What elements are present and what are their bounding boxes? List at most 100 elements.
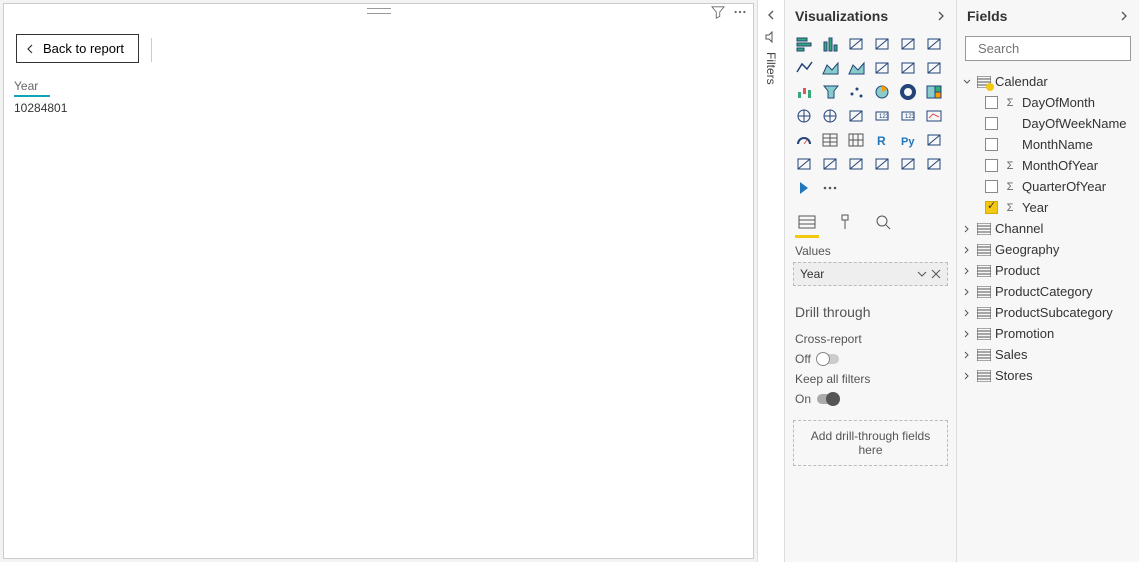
field-dayofmonth[interactable]: ΣDayOfMonth (961, 92, 1135, 113)
values-field-name: Year (800, 267, 824, 281)
chevron-left-icon[interactable] (764, 8, 778, 22)
checkbox[interactable] (985, 96, 998, 109)
viz-scatter-icon[interactable] (845, 82, 867, 102)
viz-line-icon[interactable] (793, 58, 815, 78)
drag-handle-icon[interactable] (367, 8, 391, 14)
viz-line-stacked-icon[interactable] (871, 58, 893, 78)
field-year[interactable]: ΣYear (961, 197, 1135, 218)
table-productcategory[interactable]: ProductCategory (961, 281, 1135, 302)
viz-ribbon-icon[interactable] (923, 58, 945, 78)
viz-qna-icon[interactable] (819, 154, 841, 174)
card-value: 10284801 (14, 101, 104, 115)
viz-custom1-icon[interactable] (897, 154, 919, 174)
viz-treemap-icon[interactable] (923, 82, 945, 102)
sigma-icon: Σ (1004, 97, 1016, 109)
viz-more-dots-icon[interactable] (819, 178, 841, 198)
viz-key-influencers-icon[interactable] (923, 130, 945, 150)
cross-report-label: Cross-report (785, 326, 956, 346)
viz-clustered-column-icon[interactable] (871, 34, 893, 54)
fields-tab[interactable] (795, 210, 819, 234)
svg-text:R: R (877, 134, 886, 148)
cross-report-toggle[interactable] (817, 354, 839, 364)
card-visual[interactable]: Year 10284801 (14, 79, 104, 115)
viz-gauge-icon[interactable] (793, 130, 815, 150)
values-field-well[interactable]: Year (793, 262, 948, 286)
field-quarterofyear[interactable]: ΣQuarterOfYear (961, 176, 1135, 197)
viz-multi-row-card-icon[interactable]: 123 (897, 106, 919, 126)
viz-clustered-bar-icon[interactable] (845, 34, 867, 54)
report-canvas[interactable]: Back to report Year 10284801 (3, 3, 754, 559)
drill-through-title: Drill through (785, 292, 956, 326)
checkbox[interactable] (985, 159, 998, 172)
viz-funnel-icon[interactable] (819, 82, 841, 102)
viz-stacked-column-icon[interactable] (819, 34, 841, 54)
viz-py-visual-icon[interactable]: Py (897, 130, 919, 150)
viz-table-icon[interactable] (819, 130, 841, 150)
viz-map-icon[interactable] (793, 106, 815, 126)
viz-card-icon[interactable]: 123 (871, 106, 893, 126)
viz-filled-map-icon[interactable] (819, 106, 841, 126)
svg-text:123: 123 (879, 114, 890, 120)
sigma-icon: Σ (1004, 181, 1016, 193)
fields-pane: Fields CalendarΣDayOfMonthDayOfWeekNameM… (957, 0, 1139, 562)
sigma-icon: Σ (1004, 160, 1016, 172)
card-underline (14, 95, 50, 97)
close-icon[interactable] (931, 269, 941, 279)
viz-stacked-area-icon[interactable] (845, 58, 867, 78)
viz-donut-icon[interactable] (897, 82, 919, 102)
table-promotion[interactable]: Promotion (961, 323, 1135, 344)
sigma-icon: Σ (1004, 202, 1016, 214)
viz-line-clustered-icon[interactable] (897, 58, 919, 78)
table-stores[interactable]: Stores (961, 365, 1135, 386)
more-options-icon[interactable] (733, 5, 747, 24)
table-geography[interactable]: Geography (961, 239, 1135, 260)
chevron-right-icon[interactable] (936, 11, 946, 21)
svg-text:123: 123 (905, 114, 916, 120)
viz-decomposition-icon[interactable] (793, 154, 815, 174)
checkbox[interactable] (985, 201, 998, 214)
keep-filters-toggle[interactable] (817, 394, 839, 404)
fields-title: Fields (967, 8, 1007, 24)
chevron-right-icon[interactable] (1119, 11, 1129, 21)
table-sales[interactable]: Sales (961, 344, 1135, 365)
table-productsubcategory[interactable]: ProductSubcategory (961, 302, 1135, 323)
viz-kpi-icon[interactable] (923, 106, 945, 126)
checkbox[interactable] (985, 138, 998, 151)
separator (151, 38, 152, 62)
viz-stacked-bar-icon[interactable] (793, 34, 815, 54)
field-dayofweekname[interactable]: DayOfWeekName (961, 113, 1135, 134)
visualizations-pane: Visualizations 123123RPy Values Year Dri… (785, 0, 957, 562)
field-monthofyear[interactable]: ΣMonthOfYear (961, 155, 1135, 176)
drill-through-drop-area[interactable]: Add drill-through fields here (793, 420, 948, 466)
viz-hundred-column-icon[interactable] (923, 34, 945, 54)
filter-icon[interactable] (711, 5, 725, 24)
viz-paginated-icon[interactable] (845, 154, 867, 174)
keep-filters-label: Keep all filters (785, 366, 956, 386)
field-monthname[interactable]: MonthName (961, 134, 1135, 155)
viz-powerapps-icon[interactable] (871, 154, 893, 174)
values-label: Values (785, 234, 956, 262)
table-channel[interactable]: Channel (961, 218, 1135, 239)
viz-waterfall-icon[interactable] (793, 82, 815, 102)
filters-rail[interactable]: Filters (757, 0, 785, 562)
speaker-icon[interactable] (764, 30, 778, 44)
chevron-down-icon[interactable] (917, 269, 927, 279)
table-calendar[interactable]: Calendar (961, 71, 1135, 92)
table-product[interactable]: Product (961, 260, 1135, 281)
search-input[interactable] (978, 41, 1139, 56)
viz-matrix-icon[interactable] (845, 130, 867, 150)
viz-custom2-icon[interactable] (923, 154, 945, 174)
format-tab[interactable] (833, 210, 857, 234)
viz-pie-icon[interactable] (871, 82, 893, 102)
analytics-tab[interactable] (871, 210, 895, 234)
checkbox[interactable] (985, 117, 998, 130)
back-to-report-button[interactable]: Back to report (16, 34, 139, 63)
viz-get-more-icon[interactable] (793, 178, 815, 198)
checkbox[interactable] (985, 180, 998, 193)
viz-area-icon[interactable] (819, 58, 841, 78)
viz-arcgis-icon[interactable] (845, 106, 867, 126)
fields-search[interactable] (965, 36, 1131, 61)
viz-hundred-bar-icon[interactable] (897, 34, 919, 54)
fields-tree: CalendarΣDayOfMonthDayOfWeekNameMonthNam… (957, 67, 1139, 390)
viz-r-visual-icon[interactable]: R (871, 130, 893, 150)
